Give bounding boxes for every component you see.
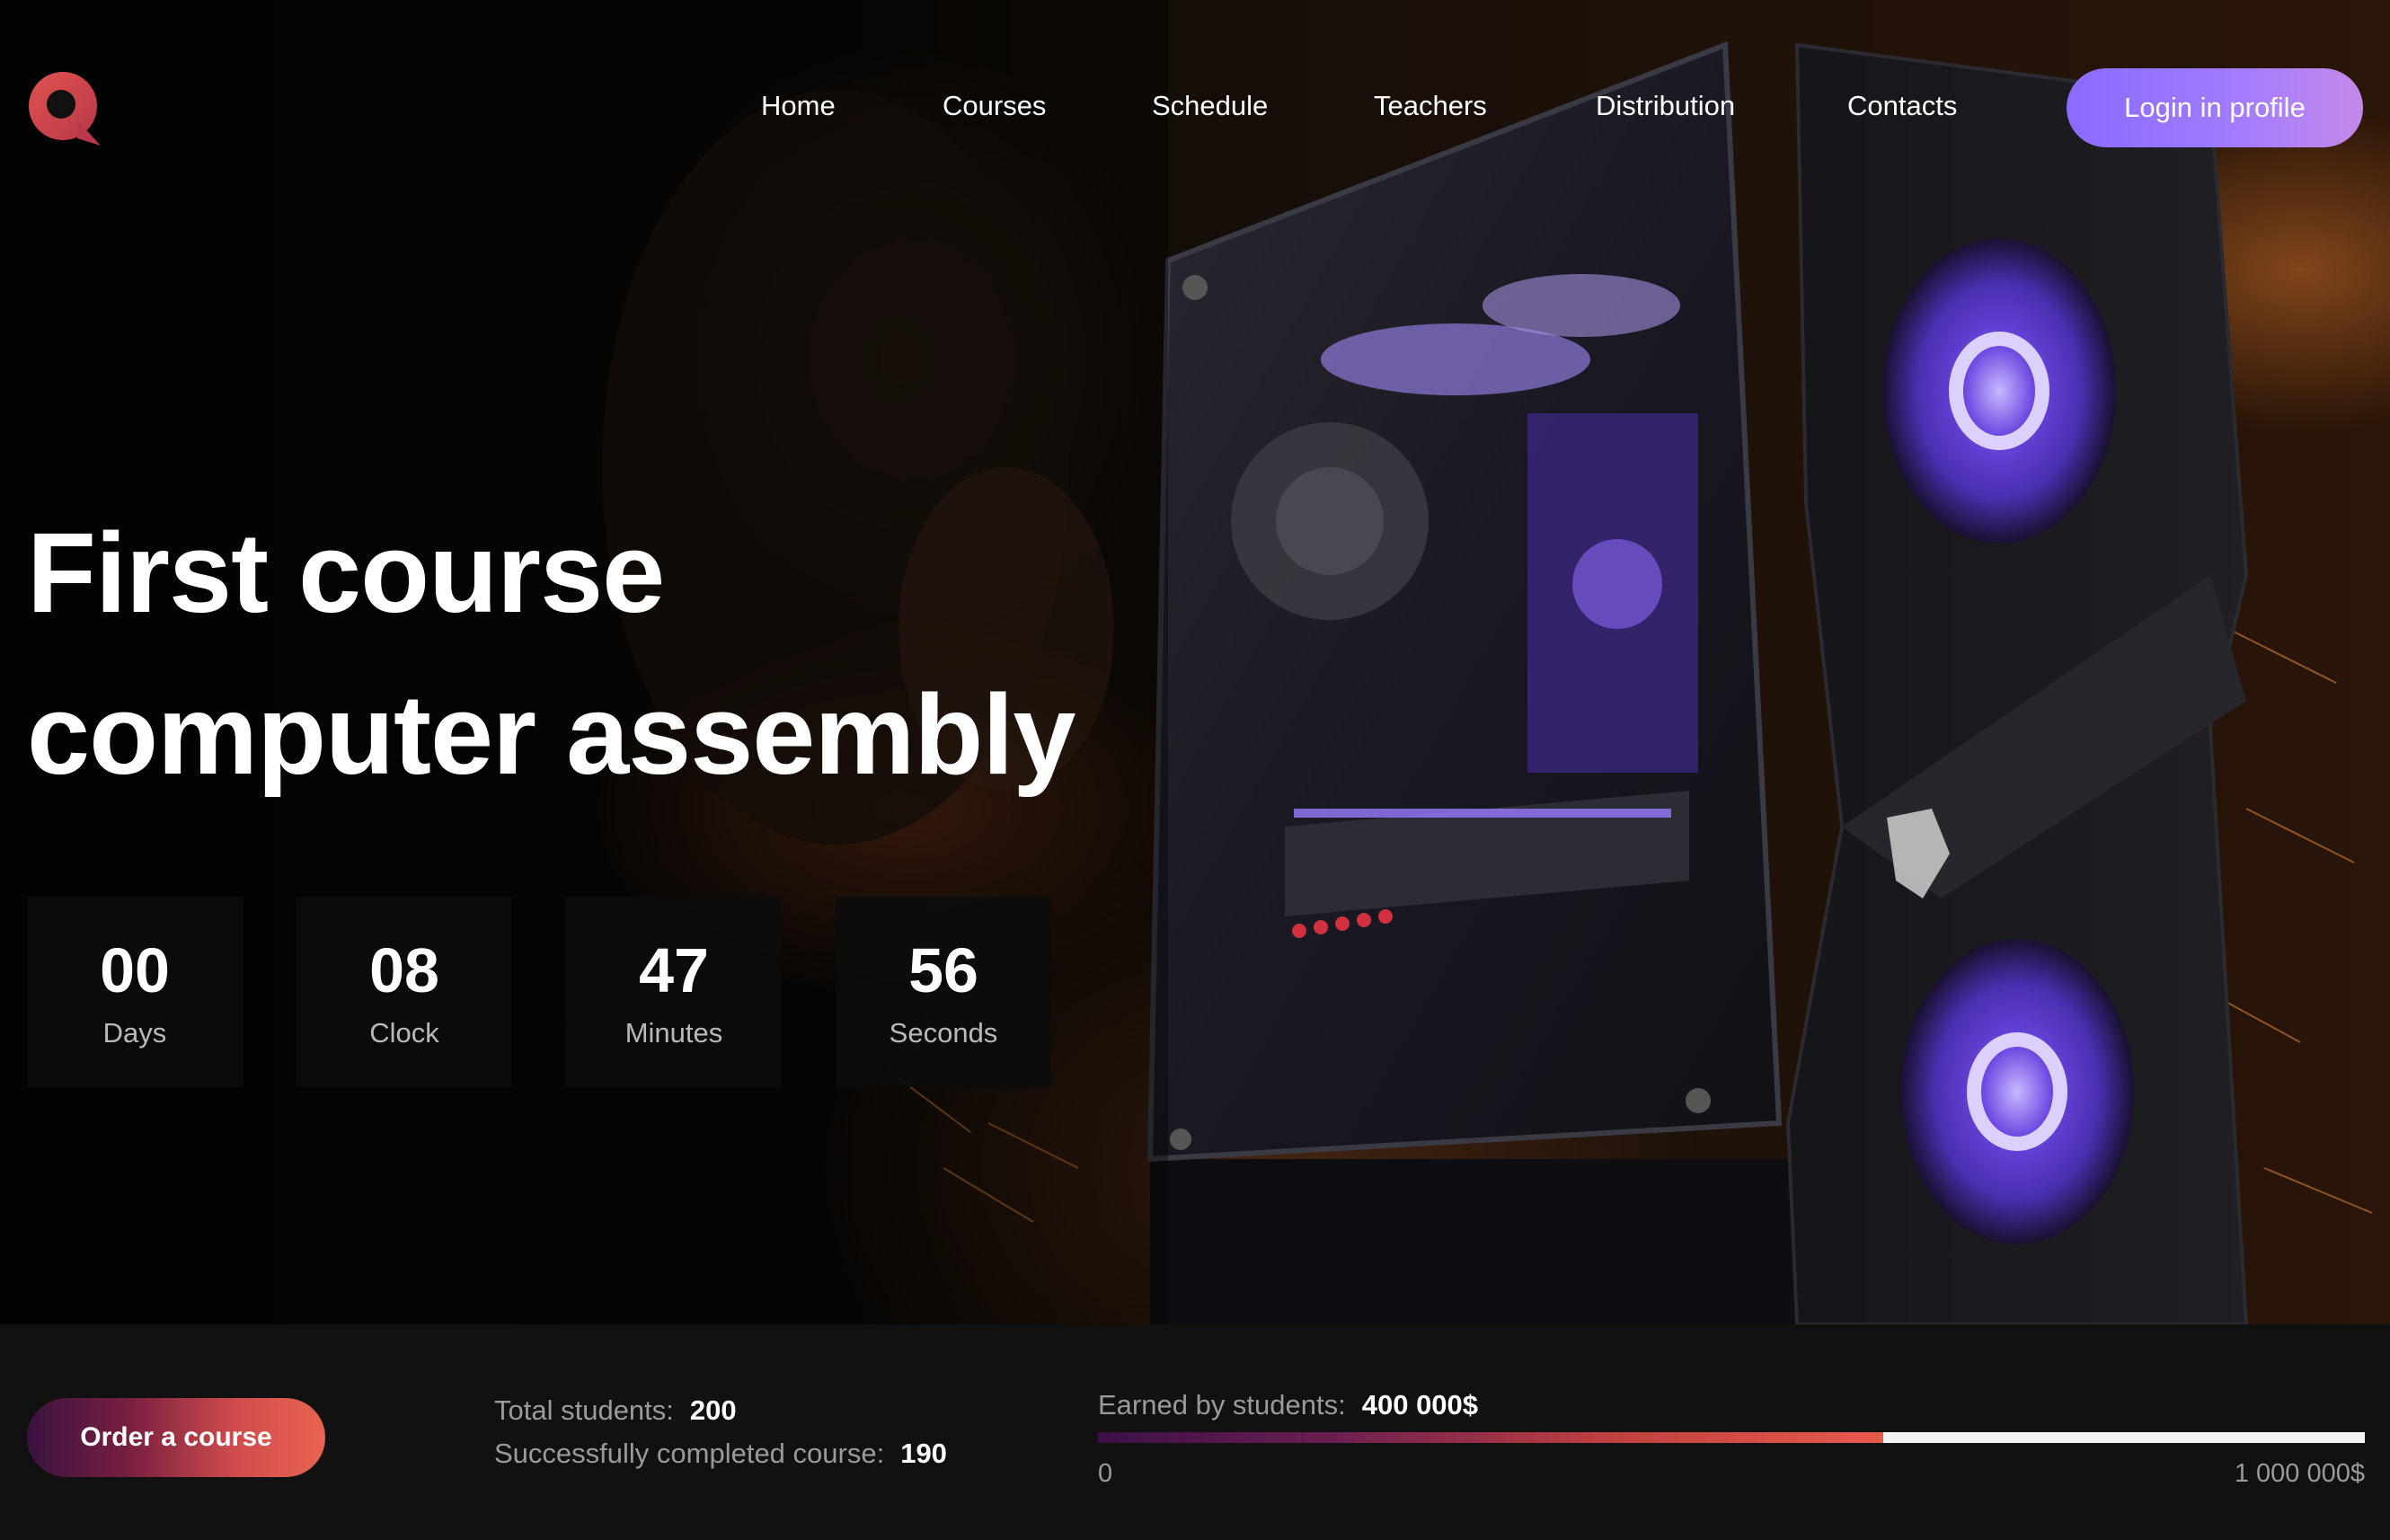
nav-home[interactable]: Home <box>761 90 836 122</box>
order-course-button[interactable]: Order a course <box>27 1398 325 1477</box>
login-button[interactable]: Login in profile <box>2067 68 2363 147</box>
q-logo-icon[interactable] <box>27 68 101 146</box>
countdown-label: Days <box>102 1017 167 1049</box>
total-students-value: 200 <box>689 1394 737 1426</box>
nav-schedule[interactable]: Schedule <box>1152 90 1268 122</box>
countdown-days: 00 Days <box>27 897 243 1087</box>
scale-max-label: 1 000 000$ <box>2234 1459 2365 1488</box>
completed-label: Successfully completed course: <box>494 1438 885 1469</box>
earned-value: 400 000$ <box>1361 1389 1479 1421</box>
earned-label: Earned by students: <box>1098 1389 1346 1421</box>
countdown-label: Minutes <box>624 1017 723 1049</box>
earnings-progress-bar <box>1098 1432 2365 1443</box>
countdown-value: 00 <box>100 935 170 1005</box>
hero-title-line1: First course <box>27 509 665 636</box>
nav-courses[interactable]: Courses <box>943 90 1046 122</box>
earned-stat: Earned by students: 400 000$ <box>1098 1389 1478 1421</box>
countdown-value: 56 <box>908 935 978 1005</box>
countdown-minutes: 47 Minutes <box>566 897 782 1087</box>
countdown-value: 08 <box>369 935 439 1005</box>
top-nav: Home Courses Schedule Teachers Distribut… <box>0 0 2390 216</box>
total-students-stat: Total students: 200 <box>494 1394 737 1427</box>
nav-teachers[interactable]: Teachers <box>1374 90 1487 122</box>
countdown-label: Seconds <box>889 1017 998 1049</box>
total-students-label: Total students: <box>494 1394 674 1426</box>
countdown-seconds: 56 Seconds <box>836 897 1051 1087</box>
earnings-progress-fill <box>1098 1432 1884 1443</box>
countdown-label: Clock <box>369 1017 439 1049</box>
stats-bar: Order a course Total students: 200 Succes… <box>0 1324 2390 1540</box>
hero-title: First course computer assembly <box>27 492 1076 816</box>
countdown-value: 47 <box>639 935 709 1005</box>
countdown-clock: 08 Clock <box>297 897 512 1087</box>
scale-min-label: 0 <box>1098 1459 1113 1488</box>
nav-distribution[interactable]: Distribution <box>1596 90 1735 122</box>
completed-stat: Successfully completed course: 190 <box>494 1438 947 1470</box>
completed-value: 190 <box>900 1438 947 1469</box>
hero-title-line2: computer assembly <box>27 671 1076 798</box>
nav-contacts[interactable]: Contacts <box>1847 90 1957 122</box>
